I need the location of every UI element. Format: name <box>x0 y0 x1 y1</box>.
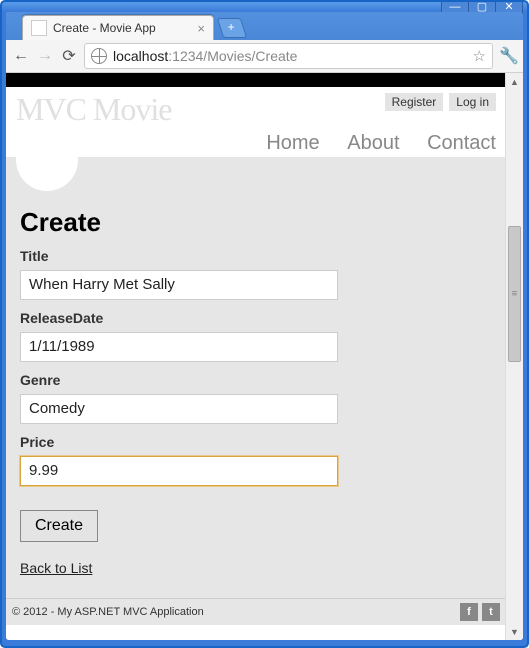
nav-contact[interactable]: Contact <box>427 132 496 154</box>
window-titlebar[interactable]: — ▢ ✕ <box>2 2 527 12</box>
register-link[interactable]: Register <box>385 93 444 111</box>
scroll-down-button[interactable]: ▼ <box>506 623 523 640</box>
nav-back-icon[interactable]: ← <box>12 47 30 65</box>
main-nav: Home About Contact <box>16 132 496 155</box>
browser-toolbar: ← → ⟳ localhost:1234/Movies/Create ☆ 🔧 <box>6 40 523 73</box>
auth-links: Register Log in <box>385 93 496 111</box>
browser-tab[interactable]: Create - Movie App × <box>22 15 214 40</box>
vertical-scrollbar[interactable]: ▲ ▼ <box>505 73 523 640</box>
nav-forward-icon: → <box>36 47 54 65</box>
price-label: Price <box>20 434 492 450</box>
browser-window: — ▢ ✕ Create - Movie App × + ← → ⟳ local… <box>0 0 529 648</box>
site-header: Register Log in MVC Movie Home About Con… <box>6 87 506 157</box>
tab-strip: Create - Movie App × + <box>6 12 523 40</box>
scroll-up-button[interactable]: ▲ <box>506 73 523 90</box>
site-footer: © 2012 - My ASP.NET MVC Application f t <box>6 598 506 625</box>
genre-input[interactable]: Comedy <box>20 394 338 424</box>
twitter-icon[interactable]: t <box>482 603 500 621</box>
scroll-thumb[interactable] <box>508 226 521 362</box>
price-input[interactable]: 9.99 <box>20 456 338 486</box>
globe-icon <box>91 48 107 64</box>
page-content: Register Log in MVC Movie Home About Con… <box>6 73 506 640</box>
create-button[interactable]: Create <box>20 510 98 542</box>
genre-label: Genre <box>20 372 492 388</box>
new-tab-button[interactable]: + <box>217 18 247 38</box>
back-to-list-link[interactable]: Back to List <box>20 560 92 576</box>
facebook-icon[interactable]: f <box>460 603 478 621</box>
login-link[interactable]: Log in <box>449 93 496 111</box>
url-host: localhost <box>113 48 168 64</box>
browser-chrome: Create - Movie App × + ← → ⟳ localhost:1… <box>6 12 523 640</box>
scroll-track[interactable] <box>506 90 523 623</box>
page-favicon <box>31 20 47 36</box>
releasedate-input[interactable]: 1/11/1989 <box>20 332 338 362</box>
footer-text: © 2012 - My ASP.NET MVC Application <box>12 606 204 618</box>
address-bar[interactable]: localhost:1234/Movies/Create ☆ <box>84 43 493 69</box>
title-input[interactable]: When Harry Met Sally <box>20 270 338 300</box>
nav-reload-icon[interactable]: ⟳ <box>60 46 78 66</box>
tab-title: Create - Movie App <box>53 21 156 35</box>
tab-close-icon[interactable]: × <box>197 21 205 36</box>
bookmark-star-icon[interactable]: ☆ <box>473 47 486 65</box>
nav-home[interactable]: Home <box>266 132 319 154</box>
title-label: Title <box>20 248 492 264</box>
nav-about[interactable]: About <box>347 132 399 154</box>
header-avatar-circle <box>16 129 78 191</box>
releasedate-label: ReleaseDate <box>20 310 492 326</box>
page-viewport: Register Log in MVC Movie Home About Con… <box>6 73 523 640</box>
main-content: Create Title When Harry Met Sally Releas… <box>6 157 506 598</box>
top-accent-bar <box>6 73 506 87</box>
page-title: Create <box>20 207 492 238</box>
menu-wrench-icon[interactable]: 🔧 <box>499 46 517 66</box>
url-path: :1234/Movies/Create <box>168 48 297 64</box>
